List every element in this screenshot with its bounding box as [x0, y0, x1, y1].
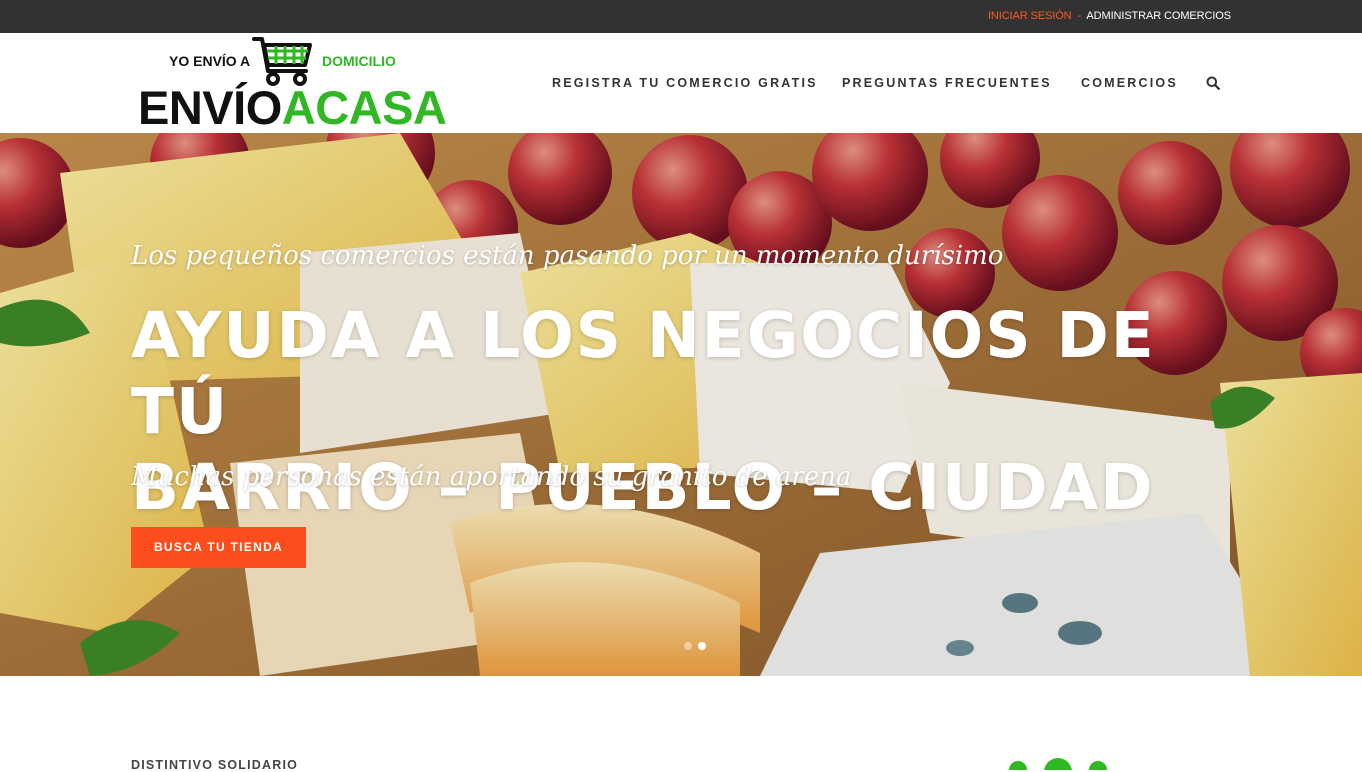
- hero-subtitle: Muchas personas están aportando su grani…: [131, 462, 852, 492]
- hero-slider: Los pequeños comercios están pasando por…: [0, 133, 1362, 676]
- solidarity-badge-icon: [1009, 758, 1107, 770]
- hero-pre-title: Los pequeños comercios están pasando por…: [131, 241, 1004, 271]
- logo-wordmark: ENVÍOACASA: [138, 81, 447, 134]
- slider-dot-2-active[interactable]: [698, 642, 706, 650]
- shopping-cart-icon: [252, 37, 312, 86]
- section-title: DISTINTIVO SOLIDARIO: [131, 758, 299, 772]
- nav-item-shops[interactable]: COMERCIOS: [1081, 76, 1178, 90]
- top-bar: INICIAR SESIÓN - ADMINISTRAR COMERCIOS: [0, 0, 1362, 33]
- site-logo[interactable]: YO ENVÍO A DOMICILIO ENVÍOACASA: [138, 35, 458, 134]
- logo-word-green: ACASA: [281, 81, 447, 134]
- slider-dot-1[interactable]: [684, 642, 692, 650]
- logo-tagline-right: DOMICILIO: [322, 53, 396, 69]
- logo-word-dark: ENVÍO: [138, 81, 282, 134]
- top-bar-links: INICIAR SESIÓN - ADMINISTRAR COMERCIOS: [988, 10, 1231, 22]
- logo-tagline-left: YO ENVÍO A: [169, 53, 251, 69]
- site-header: YO ENVÍO A DOMICILIO ENVÍOACASA REGISTRA…: [0, 33, 1362, 133]
- top-bar-separator: -: [1077, 10, 1082, 22]
- search-icon[interactable]: [1206, 76, 1220, 90]
- hero-title-line-1: AYUDA A LOS NEGOCIOS DE TÚ: [131, 299, 1156, 448]
- nav-item-faq[interactable]: PREGUNTAS FRECUENTES: [842, 76, 1052, 90]
- admin-shops-link[interactable]: ADMINISTRAR COMERCIOS: [1086, 10, 1231, 22]
- nav-item-register-shop[interactable]: REGISTRA TU COMERCIO GRATIS: [552, 76, 818, 90]
- login-link[interactable]: INICIAR SESIÓN: [988, 10, 1072, 22]
- find-store-button[interactable]: BUSCA TU TIENDA: [131, 527, 306, 568]
